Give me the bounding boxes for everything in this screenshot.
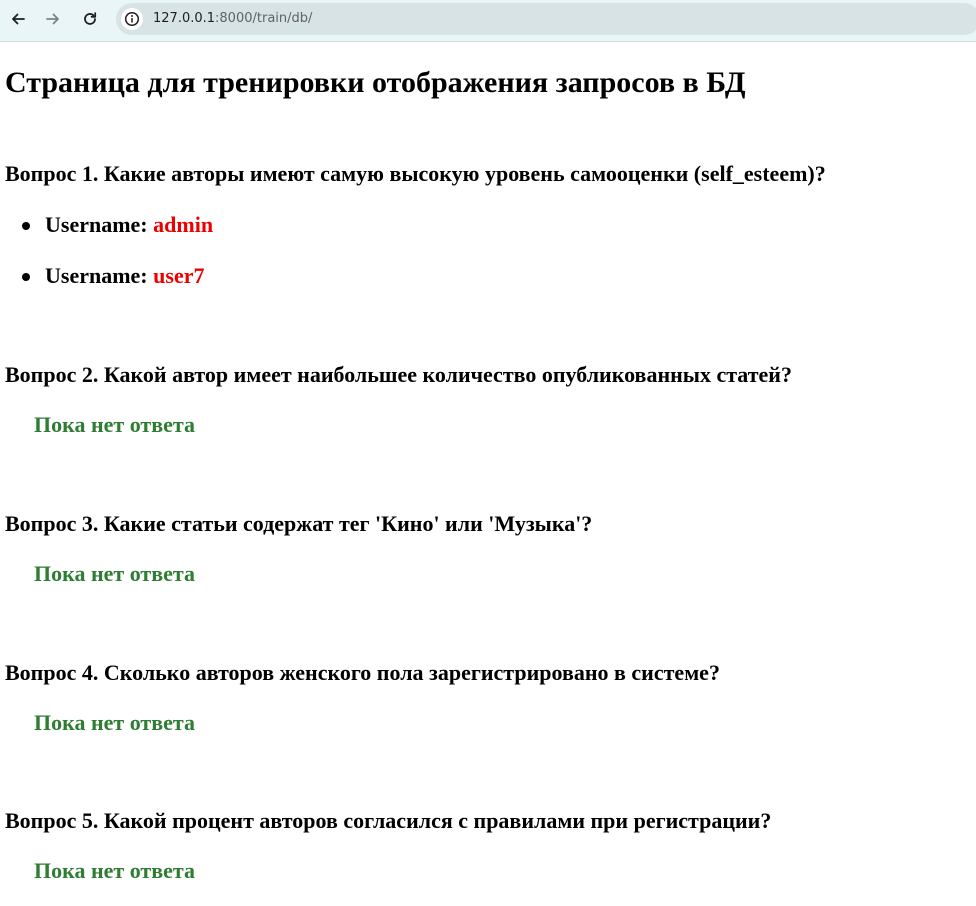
site-info-button[interactable] bbox=[121, 8, 143, 30]
reload-icon bbox=[84, 12, 97, 25]
browser-toolbar: 127.0.0.1:8000/train/db/ bbox=[0, 0, 976, 42]
bullet bbox=[22, 273, 30, 281]
arrow-right-icon bbox=[46, 13, 59, 25]
question-2: Вопрос 2. Какой автор имеет наибольшее к… bbox=[5, 362, 792, 387]
url-text[interactable]: 127.0.0.1:8000/train/db/ bbox=[153, 11, 312, 27]
username-value: admin bbox=[153, 212, 214, 237]
reload-button[interactable] bbox=[77, 6, 103, 32]
no-answer-message: Пока нет ответа bbox=[34, 858, 195, 883]
no-answer-message: Пока нет ответа bbox=[34, 561, 195, 586]
question-4: Вопрос 4. Сколько авторов женского пола … bbox=[5, 660, 720, 685]
answer-text: Username: user7 bbox=[45, 263, 204, 289]
arrow-left-icon bbox=[12, 13, 25, 25]
username-value: user7 bbox=[153, 263, 205, 288]
address-bar[interactable]: 127.0.0.1:8000/train/db/ bbox=[116, 3, 976, 35]
info-icon bbox=[124, 11, 140, 27]
question-1: Вопрос 1. Какие авторы имеют самую высок… bbox=[5, 161, 826, 186]
answer-text: Username: admin bbox=[45, 212, 213, 238]
url-host: 127.0.0.1 bbox=[153, 11, 216, 26]
url-path: :8000/train/db/ bbox=[215, 11, 313, 26]
username-label: Username: bbox=[45, 212, 148, 237]
question-5: Вопрос 5. Какой процент авторов согласил… bbox=[5, 808, 772, 833]
back-button[interactable] bbox=[5, 6, 31, 32]
username-label: Username: bbox=[45, 263, 148, 288]
page-title: Страница для тренировки отображения запр… bbox=[5, 66, 746, 99]
question-3: Вопрос 3. Какие статьи содержат тег 'Кин… bbox=[5, 511, 593, 536]
no-answer-message: Пока нет ответа bbox=[34, 710, 195, 735]
bullet bbox=[22, 222, 30, 230]
forward-button[interactable] bbox=[40, 6, 66, 32]
no-answer-message: Пока нет ответа bbox=[34, 412, 195, 437]
